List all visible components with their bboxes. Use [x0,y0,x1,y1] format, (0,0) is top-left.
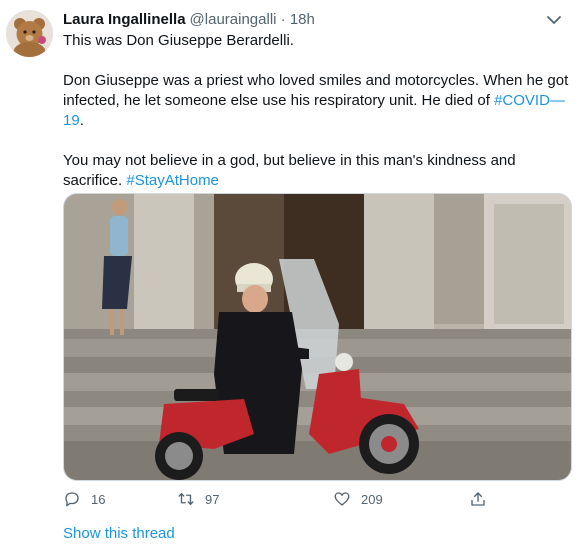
author-name[interactable]: Laura Ingallinella [63,11,186,28]
photo-priest-on-scooter [64,194,571,480]
tweet-actions: 16 97 209 [63,487,493,511]
tweet-paragraph-1: This was Don Giuseppe Berardelli. [63,32,294,49]
retweet-button[interactable]: 97 [177,487,219,511]
author-handle[interactable]: @lauraingalli [190,11,277,28]
like-icon [334,492,350,506]
more-options-button[interactable] [543,10,565,30]
tweet: Laura Ingallinella @lauraingalli · 18h Th… [0,0,581,543]
tweet-header: Laura Ingallinella @lauraingalli · 18h [63,10,315,30]
reply-icon [65,492,79,507]
share-button[interactable] [469,487,497,511]
retweet-count: 97 [205,491,220,507]
paragraph-2-text: Don Giuseppe was a priest who loved smil… [63,72,569,109]
avatar[interactable] [6,10,53,57]
timestamp[interactable]: 18h [290,11,315,28]
hashtag-stayathome[interactable]: #StayAtHome [126,172,219,189]
separator: · [280,11,286,28]
show-thread-link[interactable]: Show this thread [63,524,175,544]
tweet-paragraph-3: You may not believe in a god, but believ… [63,151,573,191]
like-button[interactable]: 209 [333,487,383,511]
tweet-paragraph-2: Don Giuseppe was a priest who loved smil… [63,71,573,131]
paragraph-2-end: . [79,112,84,129]
teddy-bear-avatar [6,10,53,57]
retweet-icon [178,493,194,505]
reply-button[interactable]: 16 [63,487,105,511]
tweet-photo[interactable] [63,193,572,481]
like-count: 209 [361,491,383,507]
share-icon [471,492,485,506]
chevron-down-icon [547,16,561,24]
tweet-text: This was Don Giuseppe Berardelli. Don Gi… [63,31,573,191]
reply-count: 16 [91,491,106,507]
